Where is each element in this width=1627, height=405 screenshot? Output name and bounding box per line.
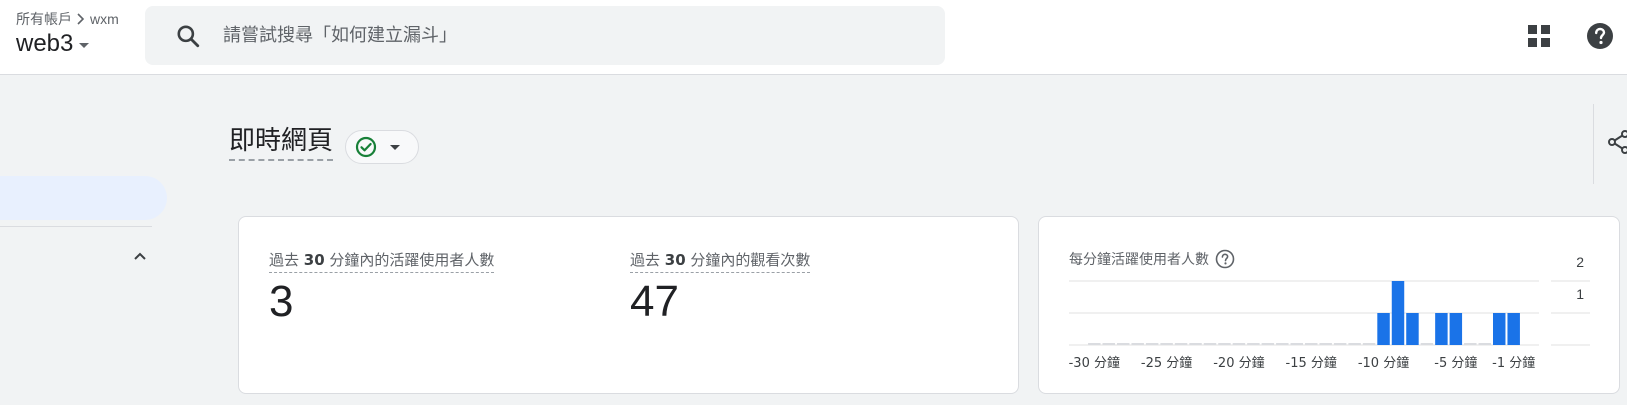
chart-bar [1507,313,1520,345]
x-tick-label: -20 分鐘 [1213,355,1264,371]
chart-bar-empty [1362,343,1376,345]
help-icon[interactable] [1586,22,1614,50]
x-tick-label: -15 分鐘 [1286,355,1337,371]
chart-bar-empty [1478,343,1491,345]
sidebar-divider [0,226,152,227]
breadcrumb-root[interactable]: 所有帳戶 [16,9,72,29]
chart-bar-empty [1174,343,1188,345]
chart-bar-empty [1464,343,1477,345]
chart-bar-empty [1203,343,1217,345]
chart-bar [1435,313,1448,345]
x-tick-label: -5 分鐘 [1434,355,1477,371]
chart-bar-empty [1305,343,1318,345]
toolbar-divider [1593,104,1594,184]
search-icon [177,24,200,47]
active-users-metric: 過去 30 分鐘內的活躍使用者人數 3 [269,249,495,326]
x-tick-label: -25 分鐘 [1141,355,1192,371]
breadcrumb-account[interactable]: wxm [90,11,119,27]
active-users-value: 3 [269,277,294,326]
chart-bar-empty [1261,343,1275,345]
y-tick-label: 1 [1576,286,1584,302]
chart-bar [1391,281,1405,345]
chart-bar [1377,313,1390,345]
page-title[interactable]: 即時網頁 [229,125,334,161]
chart-bar-empty [1232,343,1246,345]
chart-bar-empty [1160,343,1173,345]
chart-bar-empty [1102,343,1115,345]
apps-grid-icon[interactable] [1527,24,1551,48]
status-chip[interactable] [345,130,419,164]
chart-bar-empty [1131,343,1144,345]
sidebar-item-selected[interactable] [0,176,167,220]
caret-down-icon [79,42,90,48]
chart-bar-empty [1189,343,1202,345]
views-metric: 過去 30 分鐘內的觀看次數 47 [630,249,811,326]
active-users-label[interactable]: 過去 30 分鐘內的活躍使用者人數 [269,249,495,273]
chart-bar [1493,313,1506,345]
chart-bar-empty [1319,343,1332,345]
views-value: 47 [630,277,679,326]
chart-bar-empty [1117,343,1130,345]
chart-bar-empty [1145,343,1159,345]
check-circle-icon [355,136,377,158]
y-tick-label: 2 [1576,254,1584,270]
search-input[interactable] [223,25,903,46]
property-selector[interactable]: web3 [16,30,90,58]
metrics-card: 過去 30 分鐘內的活躍使用者人數 3 過去 30 分鐘內的觀看次數 47 [238,216,1019,394]
chevron-up-icon[interactable] [132,248,148,264]
chart-bar-empty [1348,343,1361,345]
property-name: web3 [16,30,74,57]
top-bar: 所有帳戶 wxm web3 [0,0,1627,75]
breadcrumb[interactable]: 所有帳戶 wxm [16,9,119,29]
x-tick-label: -1 分鐘 [1492,355,1535,371]
chart-bar-empty [1088,343,1101,345]
chart-bar-empty [1276,343,1289,345]
chart-bar-empty [1247,343,1260,345]
chart-bar-empty [1333,343,1347,345]
caret-down-icon [390,144,400,150]
active-users-per-minute-chart: 2 1 -30 分鐘 -25 分鐘 -20 分鐘 -15 分鐘 -10 分鐘 -5 分鐘 -1 … [1069,254,1590,371]
views-label[interactable]: 過去 30 分鐘內的觀看次數 [630,249,811,273]
chart-bar [1449,313,1463,345]
chevron-right-icon [77,13,85,25]
chart-bar-empty [1218,343,1231,345]
share-icon[interactable] [1608,130,1627,154]
chart-card: 每分鐘活躍使用者人數 2 1 -30 分鐘 -25 分鐘 -20 分鐘 -15 分鐘 -10… [1038,216,1620,394]
search-bar[interactable] [145,6,945,65]
x-tick-label: -10 分鐘 [1358,355,1409,371]
chart-bar-empty [1290,343,1303,345]
x-tick-label: -30 分鐘 [1069,355,1120,371]
chart-bar [1406,313,1419,345]
chart-bar-empty [1420,343,1434,345]
